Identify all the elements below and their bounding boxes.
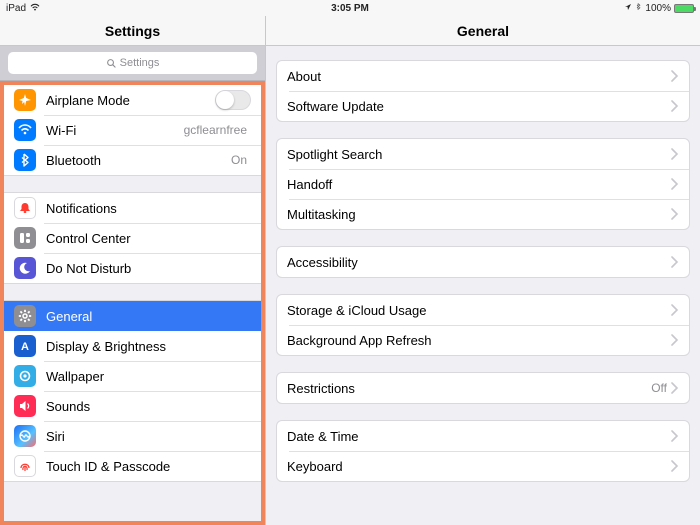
search-wrap: Settings xyxy=(0,46,265,81)
detail-row-label: Spotlight Search xyxy=(287,147,382,162)
chevron-right-icon xyxy=(671,208,679,220)
sidebar-item-label: Bluetooth xyxy=(46,153,101,168)
airplane-icon xyxy=(14,89,36,111)
detail-row-label: Handoff xyxy=(287,177,332,192)
controlcenter-icon xyxy=(14,227,36,249)
sidebar-item-sounds[interactable]: Sounds xyxy=(4,391,261,421)
search-placeholder: Settings xyxy=(120,57,160,69)
sidebar-item-value: On xyxy=(231,153,247,167)
detail-row-label: Background App Refresh xyxy=(287,333,432,348)
bluetooth-status-icon xyxy=(635,1,642,15)
detail-row-label: Restrictions xyxy=(287,381,355,396)
sidebar-item-value: gcflearnfree xyxy=(184,123,247,137)
search-input[interactable]: Settings xyxy=(8,52,257,74)
touchid-icon xyxy=(14,455,36,477)
sidebar-item-label: Wallpaper xyxy=(46,369,104,384)
detail-row-label: Multitasking xyxy=(287,207,356,222)
sidebar-title: Settings xyxy=(0,16,265,46)
sidebar-item-label: Sounds xyxy=(46,399,90,414)
sidebar-item-bluetooth[interactable]: Bluetooth On xyxy=(4,145,261,175)
sidebar-item-display[interactable]: Display & Brightness xyxy=(4,331,261,361)
detail-row[interactable]: About xyxy=(277,61,689,91)
wallpaper-icon xyxy=(14,365,36,387)
chevron-right-icon xyxy=(671,334,679,346)
detail-title: General xyxy=(266,16,700,46)
sidebar-item-label: Airplane Mode xyxy=(46,93,130,108)
settings-sidebar: Settings Settings Airplane Mode Wi-Fi gcfl… xyxy=(0,16,266,525)
detail-row[interactable]: Handoff xyxy=(277,169,689,199)
detail-row[interactable]: Background App Refresh xyxy=(277,325,689,355)
bluetooth-icon xyxy=(14,149,36,171)
notifications-icon xyxy=(14,197,36,219)
chevron-right-icon xyxy=(671,430,679,442)
sidebar-item-general[interactable]: General xyxy=(4,301,261,331)
moon-icon xyxy=(14,257,36,279)
chevron-right-icon xyxy=(671,148,679,160)
sidebar-item-label: Display & Brightness xyxy=(46,339,166,354)
sidebar-item-touchid[interactable]: Touch ID & Passcode xyxy=(4,451,261,481)
detail-row-label: Storage & iCloud Usage xyxy=(287,303,426,318)
sidebar-item-label: Wi-Fi xyxy=(46,123,76,138)
detail-row[interactable]: Date & Time xyxy=(277,421,689,451)
wifi-icon xyxy=(14,119,36,141)
chevron-right-icon xyxy=(671,304,679,316)
detail-row-label: Accessibility xyxy=(287,255,358,270)
chevron-right-icon xyxy=(671,460,679,472)
detail-row-label: Software Update xyxy=(287,99,384,114)
sidebar-item-siri[interactable]: Siri xyxy=(4,421,261,451)
sidebar-item-wifi[interactable]: Wi-Fi gcflearnfree xyxy=(4,115,261,145)
status-bar: iPad 3:05 PM 100% xyxy=(0,0,700,16)
chevron-right-icon xyxy=(671,70,679,82)
location-icon xyxy=(624,3,632,14)
detail-row[interactable]: Spotlight Search xyxy=(277,139,689,169)
sidebar-item-airplane[interactable]: Airplane Mode xyxy=(4,85,261,115)
sidebar-item-label: Touch ID & Passcode xyxy=(46,459,170,474)
sidebar-item-controlcenter[interactable]: Control Center xyxy=(4,223,261,253)
search-icon xyxy=(106,58,116,68)
sidebar-item-wallpaper[interactable]: Wallpaper xyxy=(4,361,261,391)
sounds-icon xyxy=(14,395,36,417)
detail-row[interactable]: Keyboard xyxy=(277,451,689,481)
sidebar-item-label: Do Not Disturb xyxy=(46,261,131,276)
sidebar-item-dnd[interactable]: Do Not Disturb xyxy=(4,253,261,283)
chevron-right-icon xyxy=(671,100,679,112)
clock: 3:05 PM xyxy=(331,3,369,14)
detail-row[interactable]: Software Update xyxy=(277,91,689,121)
sidebar-item-label: Siri xyxy=(46,429,65,444)
detail-row-label: Keyboard xyxy=(287,459,343,474)
chevron-right-icon xyxy=(671,256,679,268)
chevron-right-icon xyxy=(671,382,679,394)
sidebar-item-label: General xyxy=(46,309,92,324)
battery-icon xyxy=(674,4,694,13)
detail-row[interactable]: Storage & iCloud Usage xyxy=(277,295,689,325)
airplane-switch[interactable] xyxy=(215,90,251,110)
detail-pane: General About Software Update Spotlight Se… xyxy=(266,16,700,525)
chevron-right-icon xyxy=(671,178,679,190)
sidebar-item-label: Control Center xyxy=(46,231,131,246)
wifi-status-icon xyxy=(30,3,40,14)
battery-pct: 100% xyxy=(645,3,671,14)
detail-row-label: About xyxy=(287,69,321,84)
display-icon xyxy=(14,335,36,357)
sidebar-item-notifications[interactable]: Notifications xyxy=(4,193,261,223)
gear-icon xyxy=(14,305,36,327)
detail-row[interactable]: Restrictions Off xyxy=(277,373,689,403)
detail-row[interactable]: Multitasking xyxy=(277,199,689,229)
sidebar-item-label: Notifications xyxy=(46,201,117,216)
device-label: iPad xyxy=(6,3,26,14)
siri-icon xyxy=(14,425,36,447)
detail-row-value: Off xyxy=(651,381,667,395)
detail-row-label: Date & Time xyxy=(287,429,359,444)
detail-row[interactable]: Accessibility xyxy=(277,247,689,277)
